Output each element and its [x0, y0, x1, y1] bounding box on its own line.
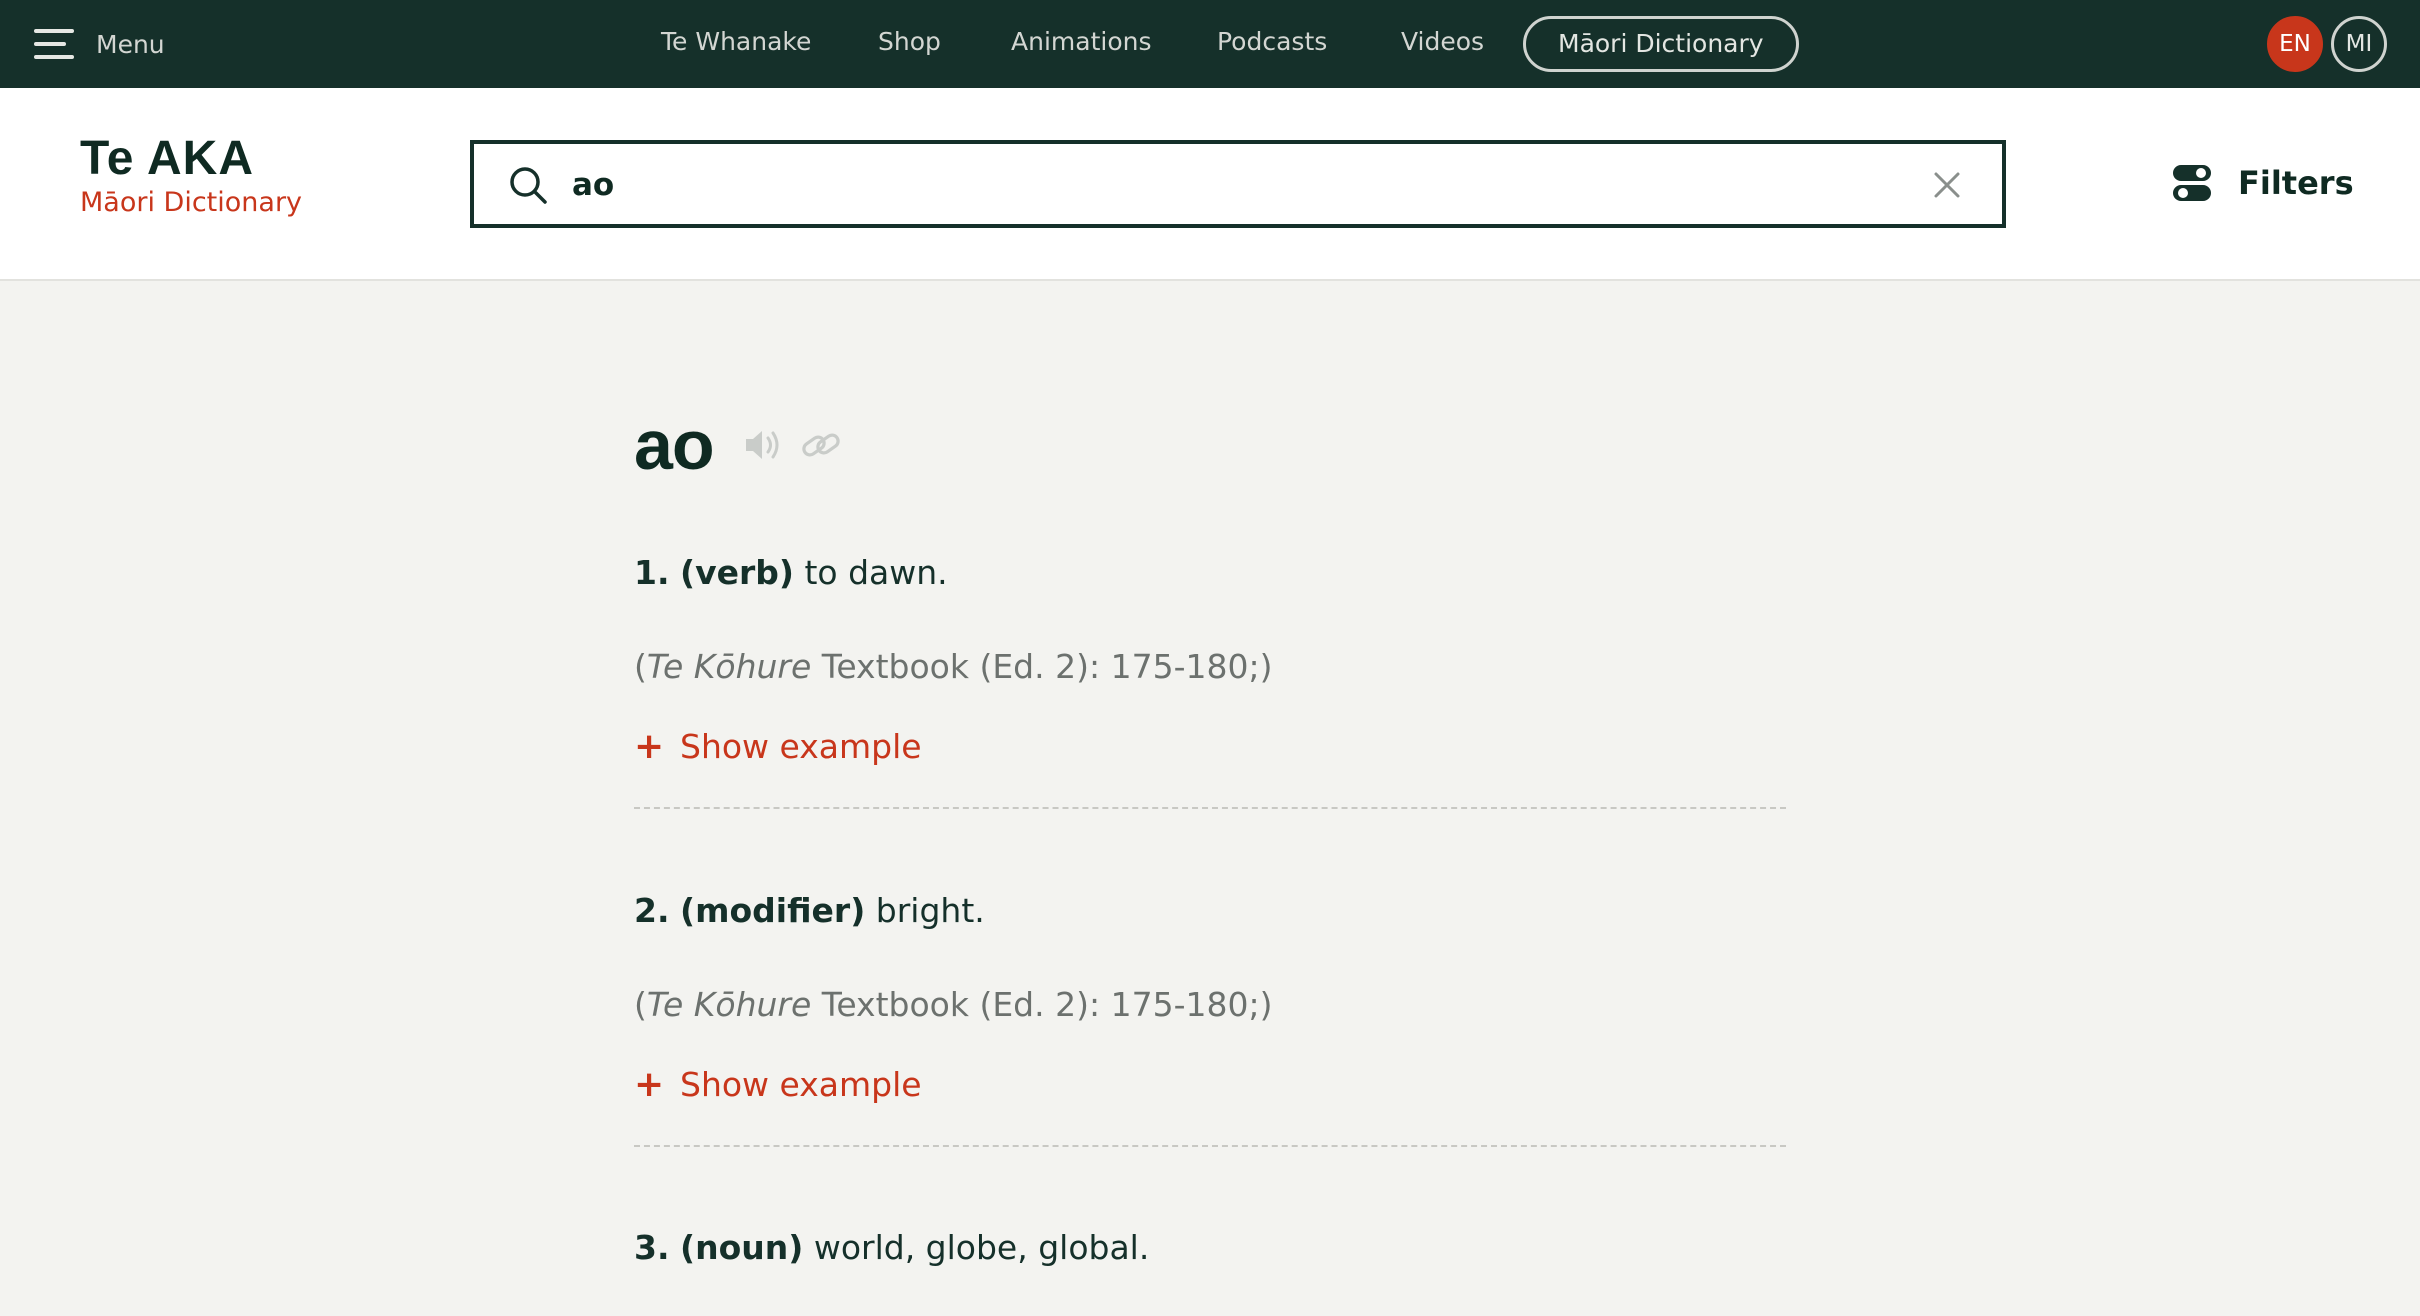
search-icon[interactable]: [508, 165, 548, 205]
headword: ao: [634, 406, 715, 484]
language-mi-button[interactable]: MI: [2331, 16, 2387, 72]
sense-1: 1. (verb) to dawn. (Te Kōhure Textbook (…: [634, 551, 1786, 809]
sense-number: 3.: [634, 1228, 670, 1267]
nav-link-podcasts[interactable]: Podcasts: [1217, 0, 1327, 88]
sense-source: (Te Kōhure Textbook (Ed. 2): 175-180;): [634, 645, 1786, 689]
language-en-button[interactable]: EN: [2267, 16, 2323, 72]
sense-definition: 1. (verb) to dawn.: [634, 551, 1786, 595]
close-icon[interactable]: [1932, 170, 1962, 200]
source-title: Te Kōhure: [646, 647, 812, 686]
source-details: Textbook (Ed. 2): 175-180;): [821, 985, 1273, 1024]
sense-text: world, globe, global.: [813, 1228, 1150, 1267]
source-title: Te Kōhure: [646, 985, 812, 1024]
top-navigation-bar: Menu Te Whanake Shop Animations Podcasts…: [0, 0, 2420, 88]
source-paren: (: [634, 647, 647, 686]
nav-link-animations[interactable]: Animations: [1011, 0, 1151, 88]
nav-link-te-whanake[interactable]: Te Whanake: [661, 0, 811, 88]
logo-title: Te AKA: [80, 132, 254, 185]
logo-subtitle: Māori Dictionary: [80, 187, 303, 218]
sense-divider: [634, 1145, 1786, 1147]
link-icon[interactable]: [800, 424, 842, 466]
show-example-button[interactable]: + Show example: [634, 1063, 922, 1107]
show-example-button[interactable]: + Show example: [634, 725, 922, 769]
sense-definition: 3. (noun) world, globe, global.: [634, 1226, 1786, 1270]
show-example-label: Show example: [680, 1065, 922, 1104]
sense-2: 2. (modifier) bright. (Te Kōhure Textboo…: [634, 889, 1786, 1147]
sense-part-of-speech: (noun): [680, 1228, 804, 1267]
search-input[interactable]: [572, 160, 1852, 210]
main-nav: Te Whanake Shop Animations Podcasts Vide…: [0, 0, 2420, 88]
sense-text: to dawn.: [804, 553, 948, 592]
sense-text: bright.: [875, 891, 985, 930]
filters-button[interactable]: Filters: [2172, 158, 2354, 208]
headword-row: ao: [634, 405, 842, 485]
nav-link-videos[interactable]: Videos: [1401, 0, 1484, 88]
search-box: [470, 140, 2006, 228]
sense-divider: [634, 807, 1786, 809]
sense-source: (Te Kōhure Textbook (Ed. 2): 175-180;): [634, 983, 1786, 1027]
source-details: Textbook (Ed. 2): 175-180;): [821, 647, 1273, 686]
nav-link-maori-dictionary[interactable]: Māori Dictionary: [1523, 16, 1799, 72]
dictionary-entry: ao 1. (verb) to dawn. (Te Kōhure Textboo…: [0, 283, 2420, 1316]
nav-link-shop[interactable]: Shop: [878, 0, 941, 88]
sense-number: 2.: [634, 891, 670, 930]
sense-3: 3. (noun) world, globe, global.: [634, 1226, 1786, 1270]
site-logo[interactable]: Te AKA Māori Dictionary: [80, 132, 303, 220]
source-paren: (: [634, 985, 647, 1024]
plus-icon: +: [634, 1064, 665, 1105]
toggle-filters-icon: [2173, 165, 2211, 201]
sense-part-of-speech: (modifier): [680, 891, 866, 930]
sense-definition: 2. (modifier) bright.: [634, 889, 1786, 933]
sense-part-of-speech: (verb): [680, 553, 794, 592]
speaker-icon[interactable]: [742, 424, 784, 466]
site-header: Te AKA Māori Dictionary Filters: [0, 88, 2420, 281]
sense-number: 1.: [634, 553, 670, 592]
show-example-label: Show example: [680, 727, 922, 766]
filters-label: Filters: [2238, 164, 2354, 202]
plus-icon: +: [634, 726, 665, 767]
